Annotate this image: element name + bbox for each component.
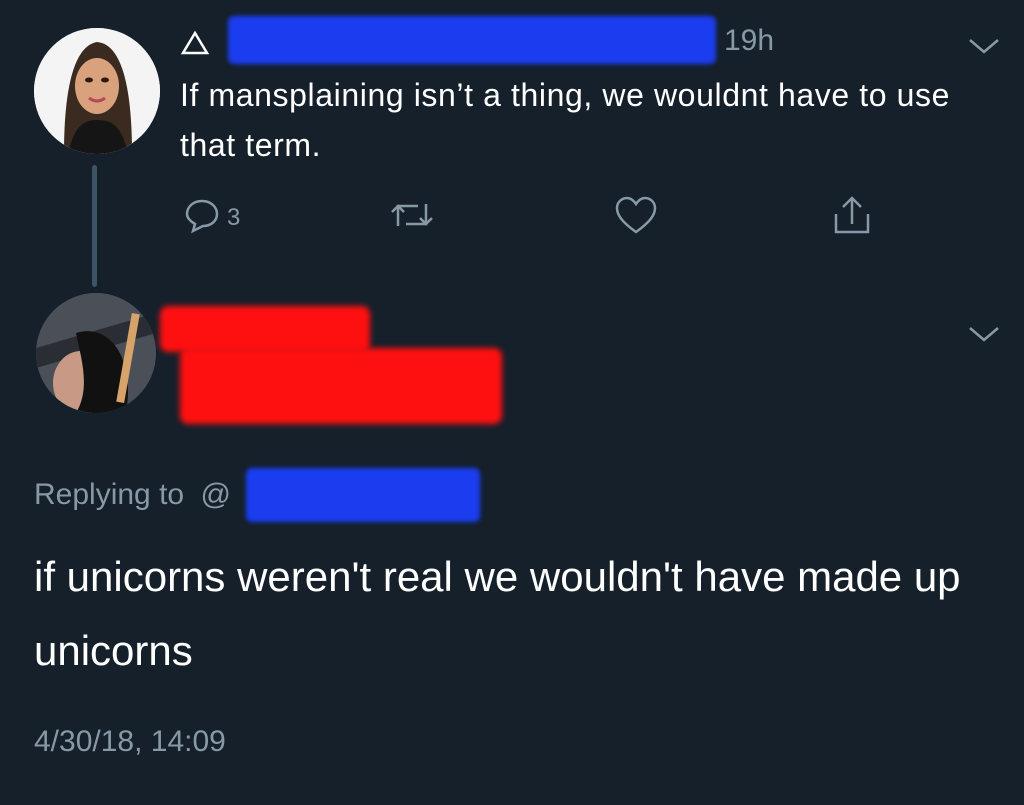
reply-count: 3 bbox=[227, 203, 241, 231]
reply-tweet-text: if unicorns weren't real we wouldn't hav… bbox=[34, 553, 961, 674]
reply-timestamp: 4/30/18, 14:09 bbox=[34, 725, 226, 758]
replying-to-line: Replying to @ bbox=[34, 478, 231, 512]
parent-avatar[interactable] bbox=[34, 28, 160, 154]
share-icon bbox=[830, 194, 874, 243]
thread-connector-line bbox=[92, 165, 97, 287]
mention-at-symbol: @ bbox=[200, 478, 231, 511]
replying-to-label: Replying to bbox=[34, 478, 185, 511]
reply-avatar[interactable] bbox=[36, 293, 156, 413]
redacted-username bbox=[228, 16, 716, 64]
reply-icon bbox=[183, 196, 221, 239]
triangle-icon bbox=[180, 30, 210, 61]
chevron-down-icon[interactable] bbox=[966, 324, 1002, 349]
retweet-icon bbox=[390, 196, 434, 239]
chevron-down-icon[interactable] bbox=[966, 36, 1002, 61]
redacted-handle bbox=[180, 348, 502, 424]
tweet-time: 19h bbox=[724, 24, 775, 57]
share-button[interactable] bbox=[830, 194, 874, 243]
reply-button[interactable]: 3 bbox=[183, 196, 240, 239]
redacted-mention[interactable] bbox=[246, 468, 480, 522]
parent-tweet-text: If mansplaining isn’t a thing, we wouldn… bbox=[180, 77, 951, 163]
like-button[interactable] bbox=[614, 196, 658, 241]
redacted-display-name bbox=[160, 306, 370, 352]
like-icon bbox=[614, 196, 658, 241]
retweet-button[interactable] bbox=[390, 196, 434, 239]
